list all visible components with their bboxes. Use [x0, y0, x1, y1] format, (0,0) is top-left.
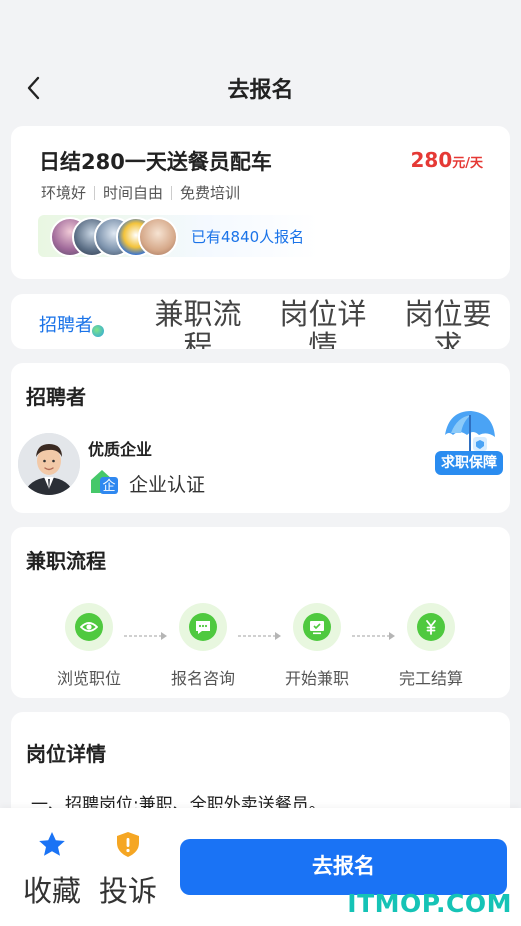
top-bar: 去报名	[0, 0, 521, 125]
workflow-step: 报名咨询	[158, 603, 248, 689]
yen-icon	[417, 613, 445, 641]
salary: 280元/天	[411, 148, 484, 172]
report-button[interactable]: 投诉	[93, 830, 163, 910]
job-tag: 时间自由	[103, 184, 164, 202]
svg-text:企: 企	[102, 478, 115, 494]
company-name: 优质企业	[88, 440, 153, 459]
section-title: 招聘者	[26, 385, 86, 409]
applicant-avatars	[50, 217, 200, 257]
verify-label: 企业认证	[129, 473, 206, 496]
report-label: 投诉	[98, 874, 157, 908]
recruiter-avatar[interactable]	[18, 433, 80, 495]
guarantee-label: 求职保障	[435, 451, 503, 475]
tab-recruiter[interactable]: 招聘者	[39, 310, 93, 342]
page-title: 去报名	[227, 78, 294, 103]
step-badge	[293, 603, 341, 651]
applicants-count: 已有4840人报名	[191, 228, 305, 246]
job-summary-card: 日结280一天送餐员配车 280元/天 环境好 时间自由 免费培训 已有4840…	[11, 126, 510, 279]
job-guarantee-badge[interactable]: 求职保障	[433, 407, 505, 479]
section-tabs: 招聘者 兼职流程 岗位详情 岗位要求	[11, 294, 510, 349]
step-badge	[179, 603, 227, 651]
workflow-step: 开始兼职	[272, 603, 362, 689]
step-badge	[65, 603, 113, 651]
monitor-check-icon	[303, 613, 331, 641]
star-icon	[37, 832, 67, 862]
step-label: 浏览职位	[56, 669, 121, 688]
favorite-label: 收藏	[22, 874, 81, 908]
job-tag: 环境好	[41, 184, 87, 202]
salary-unit: 元/天	[452, 156, 483, 171]
apply-button[interactable]: 去报名	[180, 839, 507, 895]
workflow-step: 完工结算	[386, 603, 476, 689]
job-title: 日结280一天送餐员配车	[39, 150, 272, 174]
section-title: 兼职流程	[26, 549, 106, 573]
tab-job-details[interactable]: 岗位详情	[273, 298, 373, 349]
step-badge	[407, 603, 455, 651]
tag-divider	[171, 185, 173, 200]
tag-divider	[94, 185, 96, 200]
enterprise-verification: 企 企业认证	[89, 467, 205, 499]
active-tab-indicator-icon	[92, 325, 104, 337]
salary-amount: 280	[410, 148, 453, 172]
favorite-button[interactable]: 收藏	[17, 830, 87, 910]
watermark: ITMOP.COM	[347, 889, 512, 918]
enterprise-verified-icon: 企	[89, 467, 119, 499]
section-title: 岗位详情	[26, 742, 106, 766]
job-tag: 免费培训	[180, 184, 241, 202]
workflow-card: 兼职流程 浏览职位 报名咨询 开始兼职 完工结算	[11, 527, 510, 698]
job-tags: 环境好 时间自由 免费培训	[41, 182, 240, 203]
tab-workflow[interactable]: 兼职流程	[148, 298, 248, 349]
workflow-step: 浏览职位	[44, 603, 134, 689]
applicants-banner[interactable]: 已有4840人报名	[38, 215, 318, 257]
bottom-action-bar: 收藏 投诉 去报名 ITMOP.COM	[0, 808, 521, 926]
eye-icon	[75, 613, 103, 641]
tab-job-requirements[interactable]: 岗位要求	[398, 298, 498, 349]
recruiter-card: 招聘者 优质企业 企 企业认证 求职保障	[11, 363, 510, 513]
avatar	[138, 217, 178, 257]
warning-shield-icon	[113, 832, 143, 862]
step-label: 开始兼职	[284, 669, 349, 688]
step-label: 报名咨询	[170, 669, 235, 688]
chat-icon	[189, 613, 217, 641]
step-label: 完工结算	[398, 669, 463, 688]
